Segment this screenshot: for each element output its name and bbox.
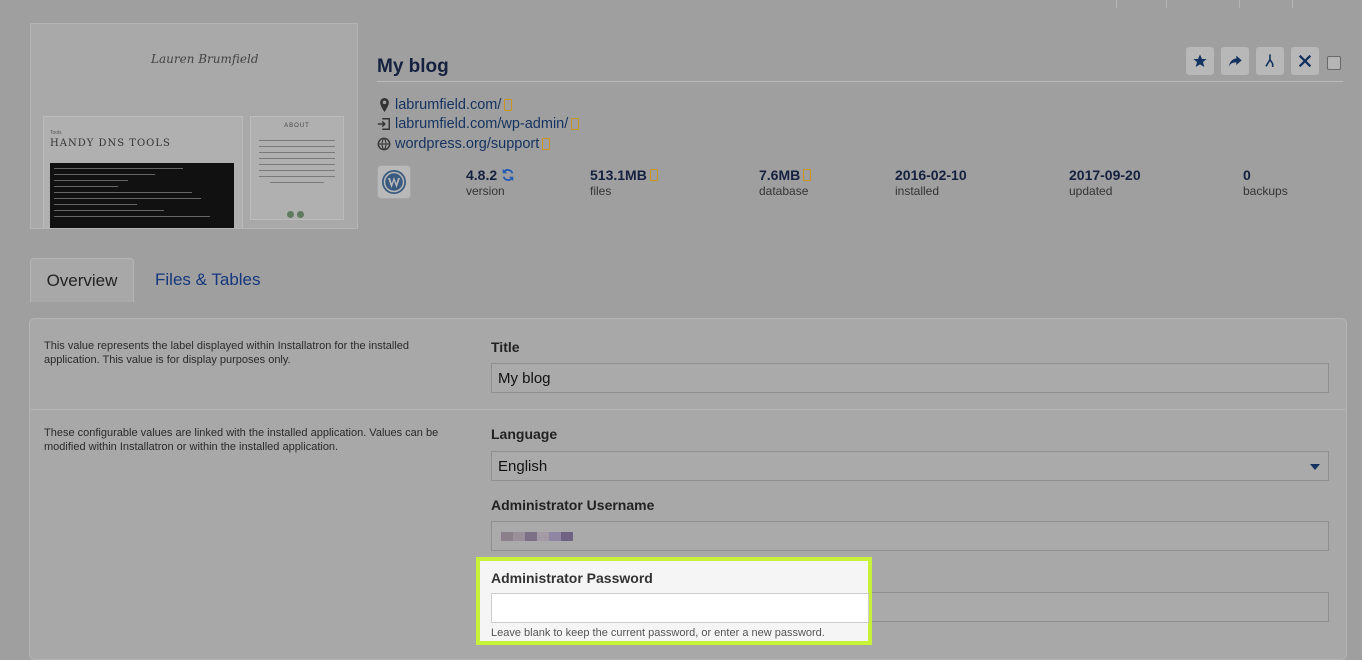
external-link-icon[interactable]: [571, 118, 580, 131]
title-description: This value represents the label displaye…: [44, 340, 410, 366]
clone-button[interactable]: [1256, 47, 1284, 75]
password-highlight-box: Administrator Password Leave blank to ke…: [476, 557, 872, 645]
share-icon: [1229, 55, 1242, 67]
close-icon: [1298, 54, 1312, 68]
installed-label: installed: [895, 184, 940, 198]
stat-database: 7.6MB database: [759, 167, 812, 198]
admin-url-link[interactable]: labrumfield.com/wp-admin/: [395, 116, 568, 132]
chevron-down-icon: [1310, 464, 1320, 470]
language-select[interactable]: English: [491, 451, 1329, 481]
password-label: Administrator Password: [491, 570, 653, 586]
external-link-icon[interactable]: [649, 169, 658, 181]
redacted-username: [501, 531, 573, 541]
external-link-icon[interactable]: [504, 98, 513, 111]
backups-value: 0: [1243, 167, 1251, 183]
select-checkbox[interactable]: [1327, 56, 1341, 70]
updated-label: updated: [1069, 184, 1113, 198]
clone-icon: [1265, 54, 1274, 67]
stat-version: 4.8.2 version: [466, 167, 515, 198]
star-icon: [1193, 54, 1207, 67]
login-icon: [377, 117, 391, 131]
password-input[interactable]: [491, 593, 869, 623]
preview-terminal-image: [50, 163, 234, 228]
link-row-admin: labrumfield.com/wp-admin/: [377, 115, 580, 135]
map-pin-icon: [377, 97, 391, 112]
updated-value: 2017-09-20: [1069, 167, 1141, 183]
version-label: version: [466, 184, 505, 198]
site-signature-logo: Lauren Brumfield: [151, 52, 259, 66]
files-value: 513.1MB: [590, 167, 647, 183]
database-value: 7.6MB: [759, 167, 801, 183]
uninstall-button[interactable]: [1291, 47, 1319, 75]
app-title: My blog: [377, 56, 449, 77]
preview-about-label: ABOUT: [284, 123, 310, 129]
section-divider: [31, 409, 1345, 410]
favorite-button[interactable]: [1186, 47, 1214, 75]
external-link-icon[interactable]: [542, 137, 551, 150]
version-value: 4.8.2: [466, 167, 498, 183]
stat-installed: 2016-02-10 installed: [895, 167, 967, 198]
language-label: Language: [491, 426, 558, 442]
wordpress-icon: [382, 170, 406, 194]
files-label: files: [590, 184, 612, 198]
preview-about-card: ABOUT: [250, 116, 344, 220]
action-toolbar: [1186, 47, 1341, 75]
refresh-icon[interactable]: [501, 168, 515, 182]
password-help-text: Leave blank to keep the current password…: [491, 627, 825, 639]
title-label: Title: [491, 339, 520, 355]
link-row-support: wordpress.org/support: [377, 134, 579, 154]
backups-label: backups: [1243, 184, 1288, 198]
title-input[interactable]: My blog: [491, 363, 1329, 393]
app-links: labrumfield.com/ labrumfield.com/wp-admi…: [377, 95, 580, 154]
site-url-link[interactable]: labrumfield.com/: [395, 97, 501, 113]
username-label: Administrator Username: [491, 497, 655, 513]
username-input[interactable]: [491, 521, 1329, 551]
preview-tools-label: Tools: [50, 130, 62, 136]
wordpress-logo: [377, 165, 411, 199]
tab-files-tables[interactable]: Files & Tables: [155, 258, 261, 302]
globe-icon: [377, 137, 391, 151]
database-label: database: [759, 184, 809, 198]
config-description: These configurable values are linked wit…: [44, 427, 439, 453]
stat-files: 513.1MB files: [590, 167, 658, 198]
external-link-icon[interactable]: [803, 169, 812, 181]
language-selected-value: English: [498, 457, 548, 475]
link-row-site: labrumfield.com/: [377, 95, 579, 115]
installed-value: 2016-02-10: [895, 167, 967, 183]
preview-post-card: Tools HANDY DNS TOOLS: [43, 116, 243, 228]
stat-updated: 2017-09-20 updated: [1069, 167, 1141, 198]
support-url-link[interactable]: wordpress.org/support: [395, 136, 539, 152]
stat-backups: 0 backups: [1243, 167, 1288, 198]
share-button[interactable]: [1221, 47, 1249, 75]
tab-overview[interactable]: Overview: [30, 258, 134, 302]
title-divider: [377, 81, 1343, 82]
preview-heading: HANDY DNS TOOLS: [50, 138, 171, 149]
site-screenshot-thumbnail[interactable]: Lauren Brumfield Tools HANDY DNS TOOLS A…: [30, 23, 358, 229]
